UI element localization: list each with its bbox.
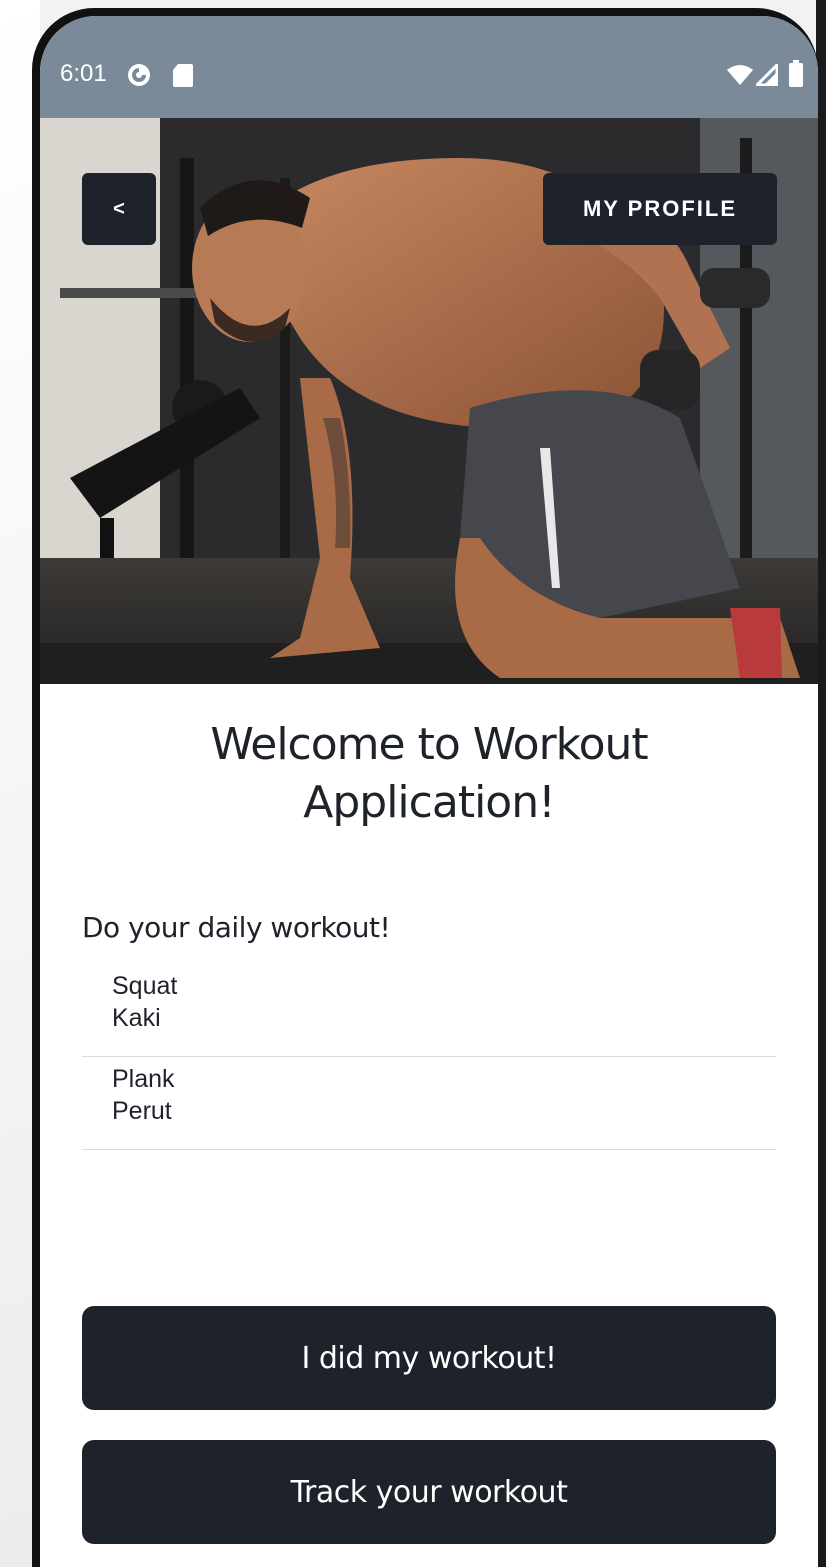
track-workout-button[interactable]: Track your workout <box>82 1440 776 1544</box>
workout-name: Squat <box>112 972 178 1000</box>
app-notification-icon <box>126 62 152 92</box>
workout-name: Plank <box>112 1065 175 1093</box>
workout-body-part: Perut <box>112 1097 172 1125</box>
status-bar: 6:01 <box>40 16 818 118</box>
my-profile-button[interactable]: MY PROFILE <box>543 173 777 245</box>
page-title: Welcome to Workout Application! <box>40 716 818 832</box>
daily-workout-subtitle: Do your daily workout! <box>82 911 391 944</box>
did-workout-button[interactable]: I did my workout! <box>82 1306 776 1410</box>
back-button[interactable]: < <box>82 173 156 245</box>
wifi-icon <box>726 64 754 90</box>
workout-body-part: Kaki <box>112 1004 161 1032</box>
app-screen: 6:01 < MY PROFILE Welcome to Workout App… <box>40 16 818 1567</box>
workout-list-item[interactable]: Squat Kaki <box>82 964 776 1057</box>
phone-frame: 6:01 < MY PROFILE Welcome to Workout App… <box>32 8 818 1567</box>
workout-list-item[interactable]: Plank Perut <box>82 1057 776 1150</box>
hero-image: < MY PROFILE <box>40 118 818 684</box>
workout-list: Squat Kaki Plank Perut <box>82 964 776 1150</box>
sd-card-icon <box>172 62 194 92</box>
page-title-text: Welcome to Workout Application! <box>210 719 648 828</box>
signal-icon <box>753 61 779 90</box>
battery-icon <box>788 60 804 92</box>
status-time: 6:01 <box>60 60 107 87</box>
